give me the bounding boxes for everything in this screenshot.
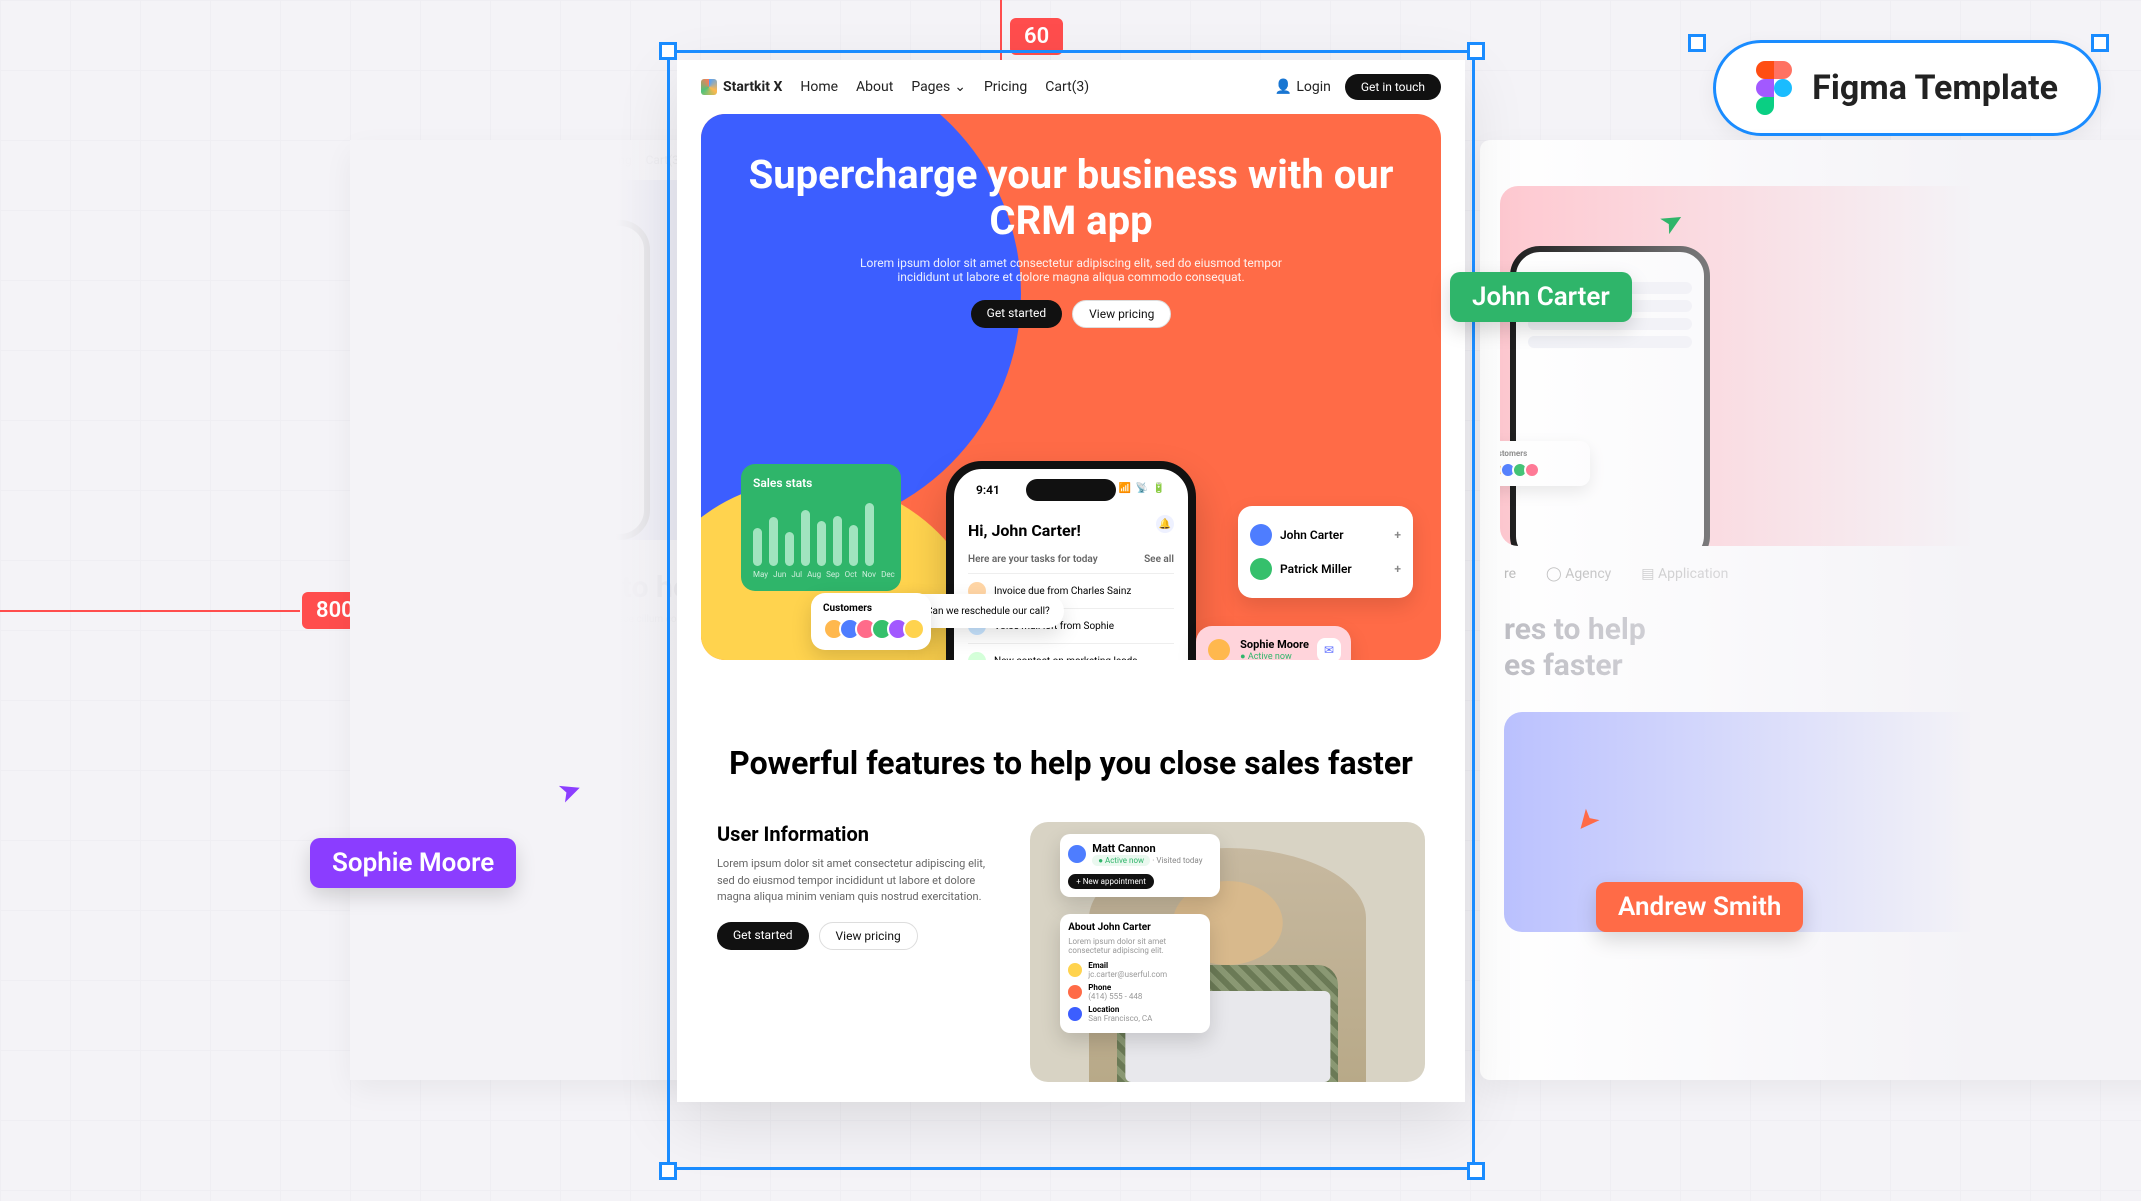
selection-frame[interactable] [667, 50, 1475, 1170]
cursor-tag-john: John Carter [1450, 272, 1632, 322]
horizontal-guide [0, 610, 300, 612]
figma-template-badge: Figma Template [1713, 40, 2101, 136]
selection-handle[interactable] [1467, 1162, 1485, 1180]
selection-handle[interactable] [1467, 42, 1485, 60]
selection-handle[interactable] [1688, 34, 1706, 52]
figma-logo-icon [1756, 61, 1792, 115]
cursor-tag-sophie: Sophie Moore [310, 838, 516, 888]
cursor-tag-andrew: Andrew Smith [1596, 882, 1803, 932]
selection-handle[interactable] [659, 42, 677, 60]
selection-handle[interactable] [2091, 34, 2109, 52]
figma-badge-label: Figma Template [1812, 68, 2058, 108]
selection-handle[interactable] [659, 1162, 677, 1180]
